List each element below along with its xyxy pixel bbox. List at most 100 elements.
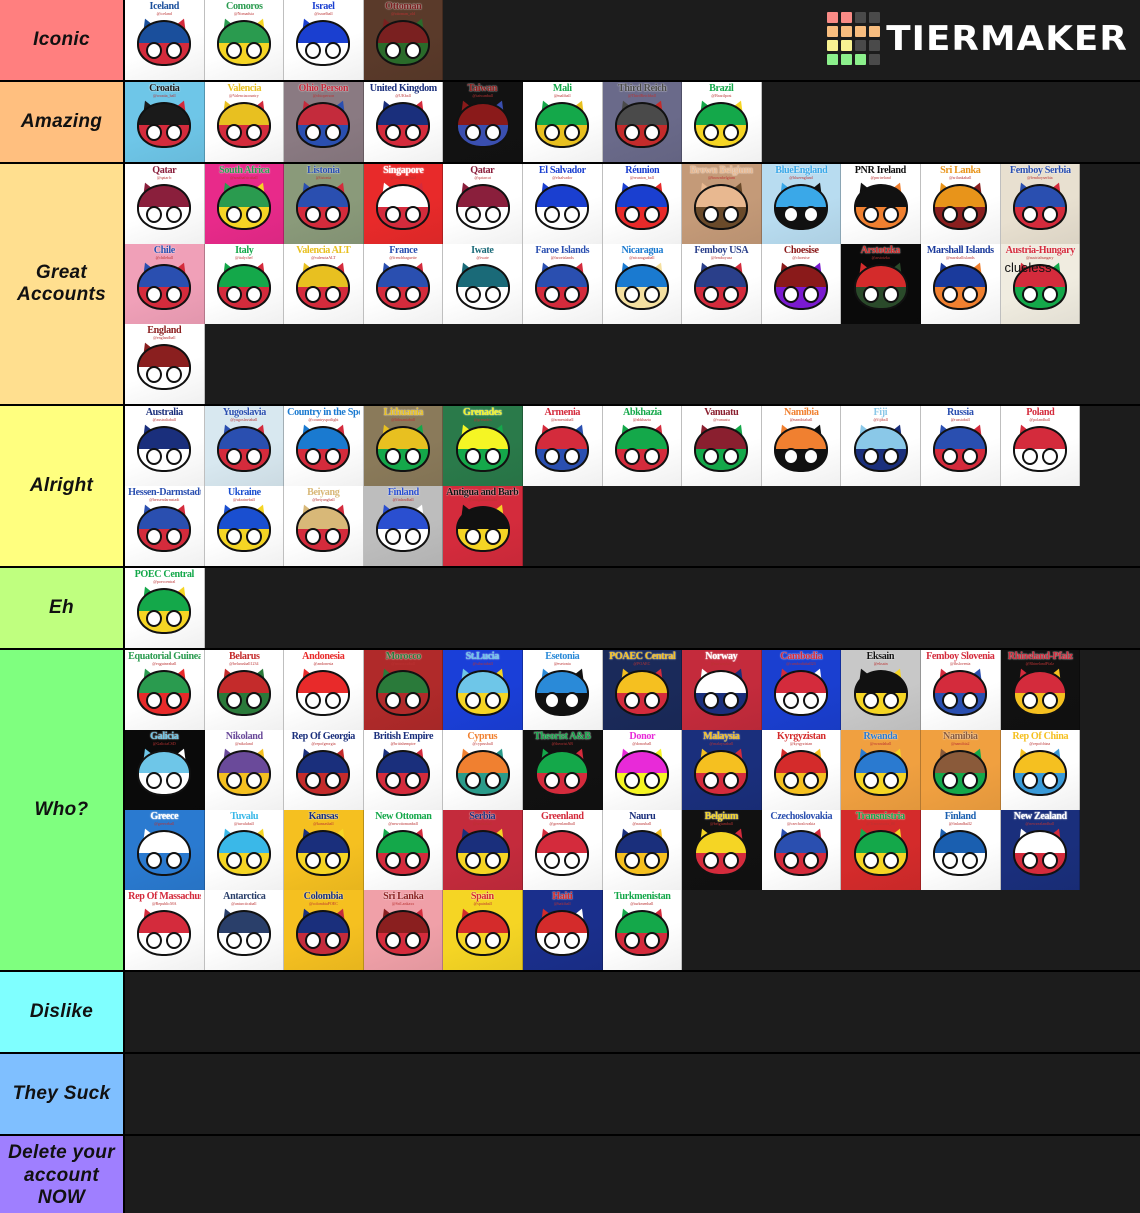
tier-item[interactable]: POEC Central @poeccentral [125, 568, 205, 648]
tier-item[interactable]: Namibia @namibia2 [920, 730, 1001, 810]
tier-item[interactable]: Ottoman @ottoman_old [363, 0, 444, 80]
tier-item[interactable]: Equatorial Guinea @eqguineaball [125, 650, 205, 730]
tier-item[interactable]: Femboy Slovenia @fbslovenia [920, 650, 1001, 730]
tier-label[interactable]: Who? [0, 650, 125, 970]
tier-item[interactable]: Yugoslavia @yugoslaviaball [204, 406, 285, 486]
tier-item[interactable]: Sri Lanka @SriLankaxx [363, 890, 444, 970]
tier-item[interactable]: Czechoslovakia @czechoslovakia [761, 810, 842, 890]
tier-item[interactable]: Faroe Islands @faroeislands [522, 244, 603, 324]
tier-item[interactable]: Finland @finlandball2 [920, 810, 1001, 890]
tier-item[interactable]: Greece @greeceball [125, 810, 205, 890]
tier-item[interactable]: Country in the Spotlight@countryspotligh… [284, 406, 364, 486]
tier-item[interactable]: Austria-Hungary @austriahungary clueless [1000, 244, 1081, 324]
tier-item[interactable]: Nikoland @nikoland [204, 730, 285, 810]
tier-item[interactable]: Serbia @serbiaball [443, 810, 523, 890]
tier-items-container[interactable] [125, 972, 1140, 1052]
tier-item[interactable]: Réunion @reunion_ball [602, 164, 683, 244]
tier-item[interactable]: Tuvalu @tuvaluball [204, 810, 285, 890]
tier-item[interactable]: Transnistria @Transnistria_80 [841, 810, 921, 890]
tier-item[interactable]: Taiwan @taiwanball [443, 82, 523, 162]
tier-item[interactable]: Mali @maliball [522, 82, 603, 162]
tier-item[interactable]: Iwate @iwate [443, 244, 523, 324]
tier-item[interactable]: Rwanda @rwandaball [841, 730, 921, 810]
tier-item[interactable]: Beiyang @beiyangball [284, 486, 364, 566]
tier-item[interactable]: England @englandball [125, 324, 205, 404]
tier-items-container[interactable] [125, 1136, 1140, 1213]
tier-label[interactable]: Iconic [0, 0, 125, 80]
tier-item[interactable]: Namibia @namibiaball [761, 406, 842, 486]
tier-item[interactable]: Spain @spainball [443, 890, 523, 970]
empty-tier-area[interactable] [125, 1136, 1140, 1213]
tier-item[interactable]: Grenades @grenades [443, 406, 523, 486]
tier-item[interactable]: Israel @israelball [284, 0, 364, 80]
tier-item[interactable]: Rep Of Massachusetts@RepublicMA [125, 890, 205, 970]
tier-item[interactable]: Belarus @belarusball1234 [204, 650, 285, 730]
tier-item[interactable]: Belgium @belgiumball [682, 810, 762, 890]
tier-item[interactable]: Fiji @fijiball [841, 406, 921, 486]
tier-item[interactable]: Colombia @colombiaPOEC [284, 890, 364, 970]
tier-item[interactable]: Andonesia @andonesia [284, 650, 364, 730]
tier-item[interactable]: Russia @russiaball [920, 406, 1001, 486]
tier-item[interactable]: Esetonia @esetonia [522, 650, 603, 730]
tier-item[interactable]: Brazil @Brazilpost [682, 82, 762, 162]
tier-item[interactable]: Galicia @GaliciaCSD [125, 730, 205, 810]
tier-item[interactable]: Haiti @haitiball [522, 890, 603, 970]
tier-item[interactable]: Poland @polandball [1000, 406, 1081, 486]
tier-item[interactable]: South Africa @southafricaball [204, 164, 285, 244]
tier-item[interactable]: Listonia @listonia [284, 164, 364, 244]
tier-item[interactable]: British Empire @britishempire [363, 730, 444, 810]
tier-items-container[interactable]: Qatar @qatarfc South Africa @southafricabal… [125, 164, 1140, 404]
tier-items-container[interactable]: POEC Central @poeccentral [125, 568, 1140, 648]
tier-item[interactable]: Antigua and Barbuda@antiguabarbuda [443, 486, 523, 566]
tier-item[interactable]: PNR Ireland @pnrireland [841, 164, 921, 244]
tier-item[interactable]: Femboy USA @femboyusa [682, 244, 762, 324]
tier-item[interactable]: Qatar @qatarcat [443, 164, 523, 244]
tier-item[interactable]: Brown Belgium @brownbelgium [682, 164, 762, 244]
tier-item[interactable]: Valencia @Valenciacountry [204, 82, 285, 162]
empty-tier-area[interactable] [125, 1054, 1140, 1134]
tier-item[interactable]: Nicaragua @nicaraguaball [602, 244, 683, 324]
tier-item[interactable]: Antarctica @antarcticaball [204, 890, 285, 970]
tier-label[interactable]: Alright [0, 406, 125, 566]
tier-item[interactable]: Qatar @qatarfc [125, 164, 205, 244]
tier-item[interactable]: Norway @norwayball [682, 650, 762, 730]
tier-item[interactable]: Rep Of China @repofchina [1000, 730, 1081, 810]
tier-item[interactable]: BlueEngland @blueengland [761, 164, 842, 244]
tier-item[interactable]: Marshall Islands @marshallislands [920, 244, 1001, 324]
tier-item[interactable]: Ohio Person @ohioperson [284, 82, 364, 162]
tier-item[interactable]: Sri Lanka @srilankaball [920, 164, 1001, 244]
tier-item[interactable]: Cyprus @cyprusball [443, 730, 523, 810]
tier-label[interactable]: Great Accounts [0, 164, 125, 404]
tier-item[interactable]: Vanuatu @vanuatu [682, 406, 762, 486]
tier-item[interactable]: Malaysia @malaysiaball [682, 730, 762, 810]
tier-item[interactable]: Hessen-Darmstadt @hessendarmstadt [125, 486, 205, 566]
tier-item[interactable]: Lithuania @lithuaniaball [363, 406, 444, 486]
tier-items-container[interactable] [125, 1054, 1140, 1134]
tier-item[interactable]: Third Reich @ThirdReichball [602, 82, 683, 162]
tier-item[interactable]: Cambodia @cambodiaball23 [761, 650, 842, 730]
empty-tier-area[interactable] [125, 972, 1140, 1052]
tier-item[interactable]: Iceland @iceland [125, 0, 205, 80]
tier-label[interactable]: Eh [0, 568, 125, 648]
tier-item[interactable]: Rep Of Georgia @repofgeorgia [284, 730, 364, 810]
tier-item[interactable]: St.Lucia @stluciaball [443, 650, 523, 730]
tier-item[interactable]: Kyrgyzistan @kyrgyzistan [761, 730, 842, 810]
tier-item[interactable]: Singapore @singaporeball [363, 164, 444, 244]
tier-item[interactable]: Italy @italychef [204, 244, 285, 324]
tier-item[interactable]: Femboy Serbia @femboyserbia [1000, 164, 1081, 244]
tier-item[interactable]: New Zealand @newzealandball [1000, 810, 1081, 890]
tier-label[interactable]: They Suck [0, 1054, 125, 1134]
tier-item[interactable]: POAEC Central @POAEC [602, 650, 683, 730]
tier-item[interactable]: Armenia @armeniaball [522, 406, 603, 486]
tier-items-container[interactable]: Croatia @croatia_ball Valencia @Valenciacou… [125, 82, 1140, 162]
tier-item[interactable]: Morocco @moroccoball [363, 650, 444, 730]
tier-label[interactable]: Amazing [0, 82, 125, 162]
tier-item[interactable]: Chile @chileball [125, 244, 205, 324]
tier-item[interactable]: New Ottoman @newottomanball [363, 810, 444, 890]
tier-item[interactable]: Ukraine @ukraineball [204, 486, 285, 566]
tier-item[interactable]: Eksain @eksain [841, 650, 921, 730]
tier-item[interactable]: Arstotzka @arstotzka [841, 244, 921, 324]
tier-item[interactable]: United Kingdom @UKball [363, 82, 444, 162]
tier-item[interactable]: Finland @finlandball [363, 486, 444, 566]
tier-item[interactable]: Theorist A&B @theoristAB [522, 730, 603, 810]
